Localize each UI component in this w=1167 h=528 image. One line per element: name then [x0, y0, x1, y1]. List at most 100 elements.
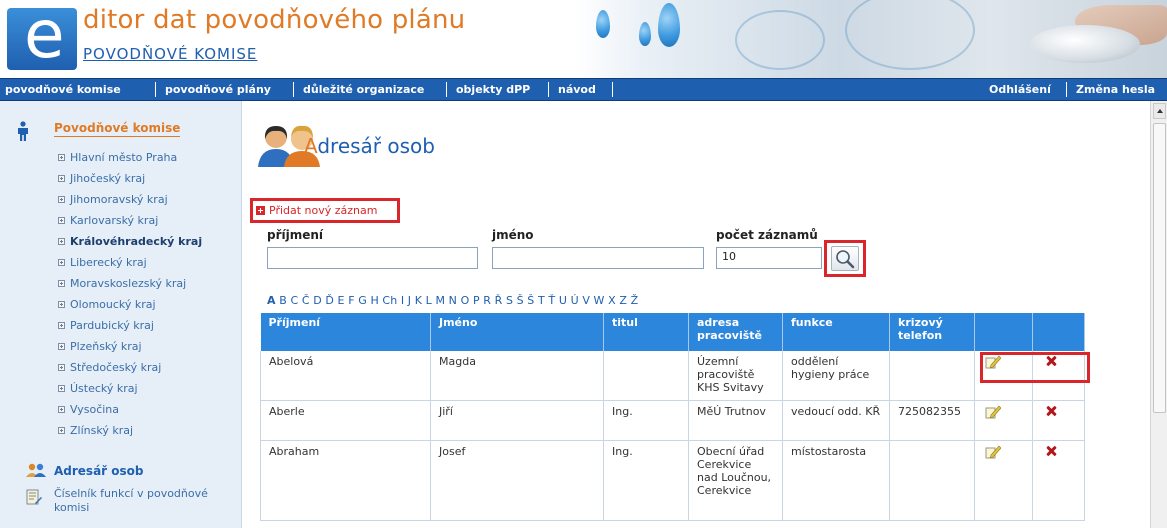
change-password-link[interactable]: Změna hesla: [1076, 83, 1155, 96]
cell-name: Magda: [430, 351, 604, 401]
sidebar-item-region[interactable]: Pardubický kraj: [58, 315, 202, 336]
sidebar-item-region[interactable]: Ústecký kraj: [58, 378, 202, 399]
logo-letter: e: [24, 0, 65, 73]
water-drop-icon: [596, 10, 610, 38]
sidebar-item-region[interactable]: Jihomoravský kraj: [58, 189, 202, 210]
logout-link[interactable]: Odhlášení: [989, 83, 1051, 96]
scroll-up-button[interactable]: [1153, 103, 1166, 119]
highlight-frame: [980, 352, 1090, 383]
vertical-scrollbar[interactable]: [1150, 101, 1167, 528]
delete-cell: [1032, 440, 1085, 521]
column-header-edit: [974, 313, 1033, 351]
wave-decoration: [845, 0, 975, 70]
add-record-link[interactable]: Přidat nový záznam: [256, 204, 378, 217]
expand-icon: [58, 259, 65, 266]
column-header-phone[interactable]: krizový telefon: [889, 313, 975, 351]
nav-item-povodnove-plany[interactable]: povodňové plány: [165, 83, 271, 96]
cell-address: Územní pracoviště KHS Svitavy: [688, 351, 783, 401]
name-input[interactable]: [492, 247, 704, 269]
cell-surname: Abraham: [260, 440, 431, 521]
computer-mouse-image: [1030, 25, 1140, 63]
nav-item-objekty-dpp[interactable]: objekty dPP: [456, 83, 530, 96]
cell-function: místostarosta: [782, 440, 890, 521]
column-header-title[interactable]: titul: [603, 313, 689, 351]
expand-icon: [58, 217, 65, 224]
column-header-surname[interactable]: Příjmení: [260, 313, 431, 351]
cell-phone: [889, 440, 975, 521]
sidebar-title[interactable]: Povodňové komise: [54, 121, 181, 137]
sidebar-address-book-link[interactable]: Adresář osob: [54, 464, 144, 478]
sidebar: Povodňové komise Hlavní město Praha Jiho…: [0, 101, 242, 528]
people-icon: [26, 463, 46, 477]
sidebar-item-region[interactable]: Jihočeský kraj: [58, 168, 202, 189]
sidebar-item-region-active[interactable]: Královéhradecký kraj: [58, 231, 202, 252]
cell-title: Ing.: [603, 400, 689, 441]
sidebar-item-region[interactable]: Olomoucký kraj: [58, 294, 202, 315]
edit-pencil-icon[interactable]: [985, 445, 1002, 459]
column-header-delete: [1032, 313, 1085, 351]
people-table: Příjmení Jméno titul adresa pracoviště f…: [260, 313, 1085, 521]
expand-icon: [58, 238, 65, 245]
scroll-thumb[interactable]: [1153, 123, 1166, 413]
cell-phone: 725082355: [889, 400, 975, 441]
nav-item-povodnove-komise[interactable]: povodňové komise: [5, 83, 121, 96]
cell-function: vedoucí odd. KŘ: [782, 400, 890, 441]
expand-icon: [58, 154, 65, 161]
edit-pencil-icon[interactable]: [985, 405, 1002, 419]
expand-icon: [58, 406, 65, 413]
nav-separator: [1066, 82, 1067, 97]
expand-icon: [58, 427, 65, 434]
expand-icon: [58, 343, 65, 350]
sidebar-item-region[interactable]: Moravskoslezský kraj: [58, 273, 202, 294]
nav-item-navod[interactable]: návod: [558, 83, 596, 96]
sidebar-item-region[interactable]: Karlovarský kraj: [58, 210, 202, 231]
table-row: Aberle Jiří Ing. MěÚ Trutnov vedoucí odd…: [260, 400, 1085, 441]
name-label: jméno: [492, 228, 534, 242]
sidebar-item-region[interactable]: Hlavní město Praha: [58, 147, 202, 168]
delete-icon[interactable]: [1045, 405, 1057, 417]
cell-surname: Aberle: [260, 400, 431, 441]
app-subtitle[interactable]: POVODŇOVÉ KOMISE: [83, 45, 257, 63]
nav-separator: [446, 82, 447, 97]
expand-icon: [58, 196, 65, 203]
cell-phone: [889, 351, 975, 401]
region-list: Hlavní město Praha Jihočeský kraj Jihomo…: [58, 147, 202, 441]
search-button[interactable]: [831, 246, 859, 271]
delete-icon[interactable]: [1045, 445, 1057, 457]
search-icon: [836, 250, 855, 269]
app-logo[interactable]: e: [7, 2, 77, 70]
sidebar-functions-list-link[interactable]: Číselník funkcí v povodňové komisi: [54, 487, 224, 515]
table-row: Abraham Josef Ing. Obecní úřad Cerekvice…: [260, 440, 1085, 521]
water-drop-icon: [639, 22, 651, 46]
record-count-input[interactable]: 10: [716, 247, 822, 269]
column-header-function[interactable]: funkce: [782, 313, 890, 351]
cell-name: Jiří: [430, 400, 604, 441]
expand-icon: [58, 301, 65, 308]
nav-item-dulezite-organizace[interactable]: důležité organizace: [303, 83, 424, 96]
sidebar-item-region[interactable]: Plzeňský kraj: [58, 336, 202, 357]
cell-address: MěÚ Trutnov: [688, 400, 783, 441]
surname-input[interactable]: [267, 247, 478, 269]
person-icon: [18, 121, 28, 141]
water-drop-icon: [658, 3, 680, 47]
expand-icon: [58, 280, 65, 287]
nav-separator: [155, 82, 156, 97]
column-header-name[interactable]: Jméno: [430, 313, 604, 351]
nav-separator: [293, 82, 294, 97]
wave-decoration: [735, 10, 825, 70]
cell-address: Obecní úřad Cerekvice nad Loučnou, Cerek…: [688, 440, 783, 521]
alphabet-filter[interactable]: A B C Č D Ď E F G H Ch I J K L M N O P R…: [267, 294, 638, 307]
table-header-row: Příjmení Jméno titul adresa pracoviště f…: [260, 313, 1085, 351]
nav-separator: [612, 82, 613, 97]
column-header-address[interactable]: adresa pracoviště: [688, 313, 783, 351]
expand-icon: [58, 364, 65, 371]
app-window: e ditor dat povodňového plánu POVODŇOVÉ …: [0, 0, 1167, 528]
sidebar-item-region[interactable]: Vysočina: [58, 399, 202, 420]
sidebar-item-region[interactable]: Středočeský kraj: [58, 357, 202, 378]
expand-icon: [58, 385, 65, 392]
sidebar-item-region[interactable]: Zlínský kraj: [58, 420, 202, 441]
document-edit-icon: [26, 489, 42, 505]
cell-surname: Abelová: [260, 351, 431, 401]
page-title: Adresář osob: [304, 134, 435, 158]
sidebar-item-region[interactable]: Liberecký kraj: [58, 252, 202, 273]
